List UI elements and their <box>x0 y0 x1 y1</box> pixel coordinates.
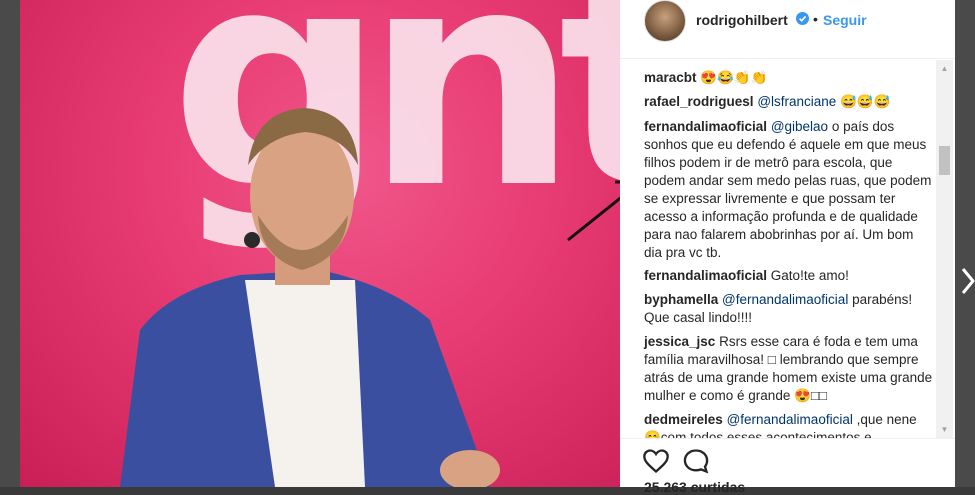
chevron-right-icon[interactable] <box>961 266 975 296</box>
avatar[interactable] <box>644 0 686 42</box>
comment-text: 😅😅😅 <box>836 94 891 109</box>
comment-item: rafael_rodriguesl @lsfranciane 😅😅😅 <box>644 93 934 111</box>
verified-badge-icon <box>796 12 809 25</box>
comment-text: Gato!te amo! <box>767 268 849 283</box>
comment-author[interactable]: dedmeireles <box>644 412 723 427</box>
header-separator: • <box>813 11 818 27</box>
comment-author[interactable]: maracbt <box>644 70 697 85</box>
comments-list[interactable]: maracbt 😍😂👏👏 rafael_rodriguesl @lsfranci… <box>620 60 936 438</box>
comment-mention[interactable]: @lsfranciane <box>757 94 836 109</box>
heart-icon[interactable] <box>642 447 670 475</box>
comment-item: maracbt 😍😂👏👏 <box>644 69 934 87</box>
follow-button[interactable]: Seguir <box>823 12 867 28</box>
comment-text: 😍😂👏👏 <box>696 70 768 85</box>
comment-author[interactable]: jessica_jsc <box>644 334 715 349</box>
comment-author[interactable]: byphamella <box>644 292 718 307</box>
scrollbar-thumb[interactable] <box>939 146 950 175</box>
scroll-up-arrow-icon[interactable]: ▲ <box>936 60 953 77</box>
comment-item: fernandalimaoficial Gato!te amo! <box>644 267 934 285</box>
comment-author[interactable]: fernandalimaoficial <box>644 119 767 134</box>
comment-item: fernandalimaoficial @gibelao o país dos … <box>644 118 934 262</box>
modal-backdrop-left[interactable] <box>0 0 20 487</box>
likes-count[interactable]: 25.263 curtidas <box>644 479 745 495</box>
scroll-down-arrow-icon[interactable]: ▼ <box>936 421 953 438</box>
comment-mention[interactable]: @fernandalimaoficial <box>727 412 853 427</box>
post-header: rodrigohilbert • Seguir <box>620 0 955 59</box>
comment-author[interactable]: fernandalimaoficial <box>644 268 767 283</box>
comment-bubble-icon[interactable] <box>682 447 710 475</box>
post-side-panel: rodrigohilbert • Seguir maracbt 😍😂👏👏 raf… <box>620 0 955 495</box>
post-photo[interactable]: gnt <box>20 0 620 487</box>
comments-scrollbar[interactable]: ▲ ▼ <box>936 60 953 438</box>
comment-item: dedmeireles @fernandalimaoficial ,que ne… <box>644 411 934 438</box>
comment-author[interactable]: rafael_rodriguesl <box>644 94 754 109</box>
post-username[interactable]: rodrigohilbert <box>696 12 788 28</box>
comment-text: o país dos sonhos que eu defendo é aquel… <box>644 119 932 260</box>
comment-mention[interactable]: @gibelao <box>771 119 828 134</box>
comment-item: byphamella @fernandalimaoficial parabéns… <box>644 291 934 327</box>
modal-backdrop-right[interactable] <box>955 0 975 487</box>
comment-mention[interactable]: @fernandalimaoficial <box>722 292 848 307</box>
comment-item: jessica_jsc Rsrs esse cara é foda e tem … <box>644 333 934 405</box>
presenter-figure <box>120 108 500 487</box>
